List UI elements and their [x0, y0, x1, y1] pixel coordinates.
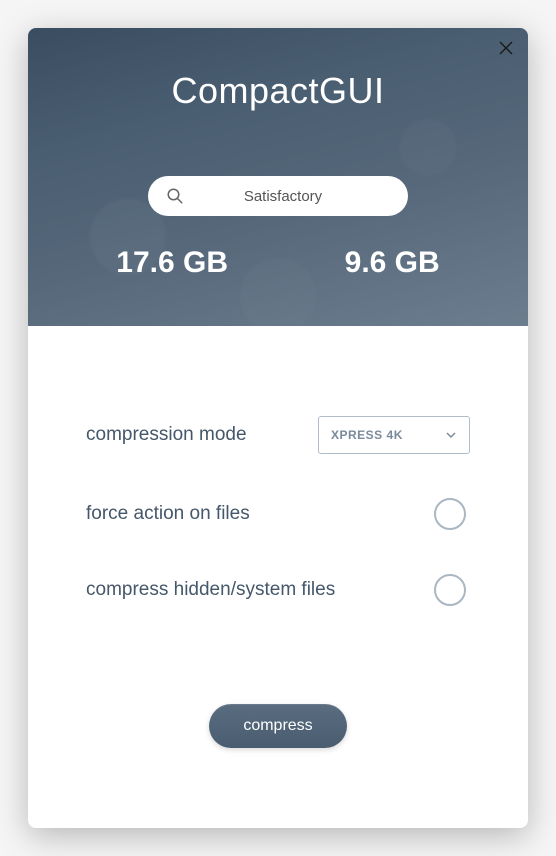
app-title: CompactGUI [171, 70, 384, 112]
size-after: 9.6 GB [345, 246, 440, 280]
compression-mode-row: compression mode XPRESS 4K [86, 416, 470, 454]
search-input[interactable]: Satisfactory [148, 176, 408, 216]
chevron-down-icon [445, 429, 457, 441]
compress-hidden-label: compress hidden/system files [86, 579, 335, 601]
compression-mode-label: compression mode [86, 424, 247, 446]
options-panel: compression mode XPRESS 4K force action … [28, 326, 528, 606]
footer: compress [28, 704, 528, 748]
size-row: 17.6 GB 9.6 GB [28, 246, 528, 280]
header: CompactGUI Satisfactory 17.6 GB 9.6 GB [28, 28, 528, 326]
close-icon [498, 40, 514, 56]
compress-hidden-row: compress hidden/system files [86, 574, 470, 606]
force-action-label: force action on files [86, 503, 250, 525]
search-value: Satisfactory [176, 188, 390, 205]
compression-mode-dropdown[interactable]: XPRESS 4K [318, 416, 470, 454]
app-window: CompactGUI Satisfactory 17.6 GB 9.6 GB c… [28, 28, 528, 828]
force-action-row: force action on files [86, 498, 470, 530]
force-action-toggle[interactable] [434, 498, 466, 530]
compress-hidden-toggle[interactable] [434, 574, 466, 606]
close-button[interactable] [498, 40, 514, 56]
size-before: 17.6 GB [116, 246, 228, 280]
compress-button[interactable]: compress [209, 704, 347, 748]
compression-mode-selected: XPRESS 4K [331, 428, 403, 442]
